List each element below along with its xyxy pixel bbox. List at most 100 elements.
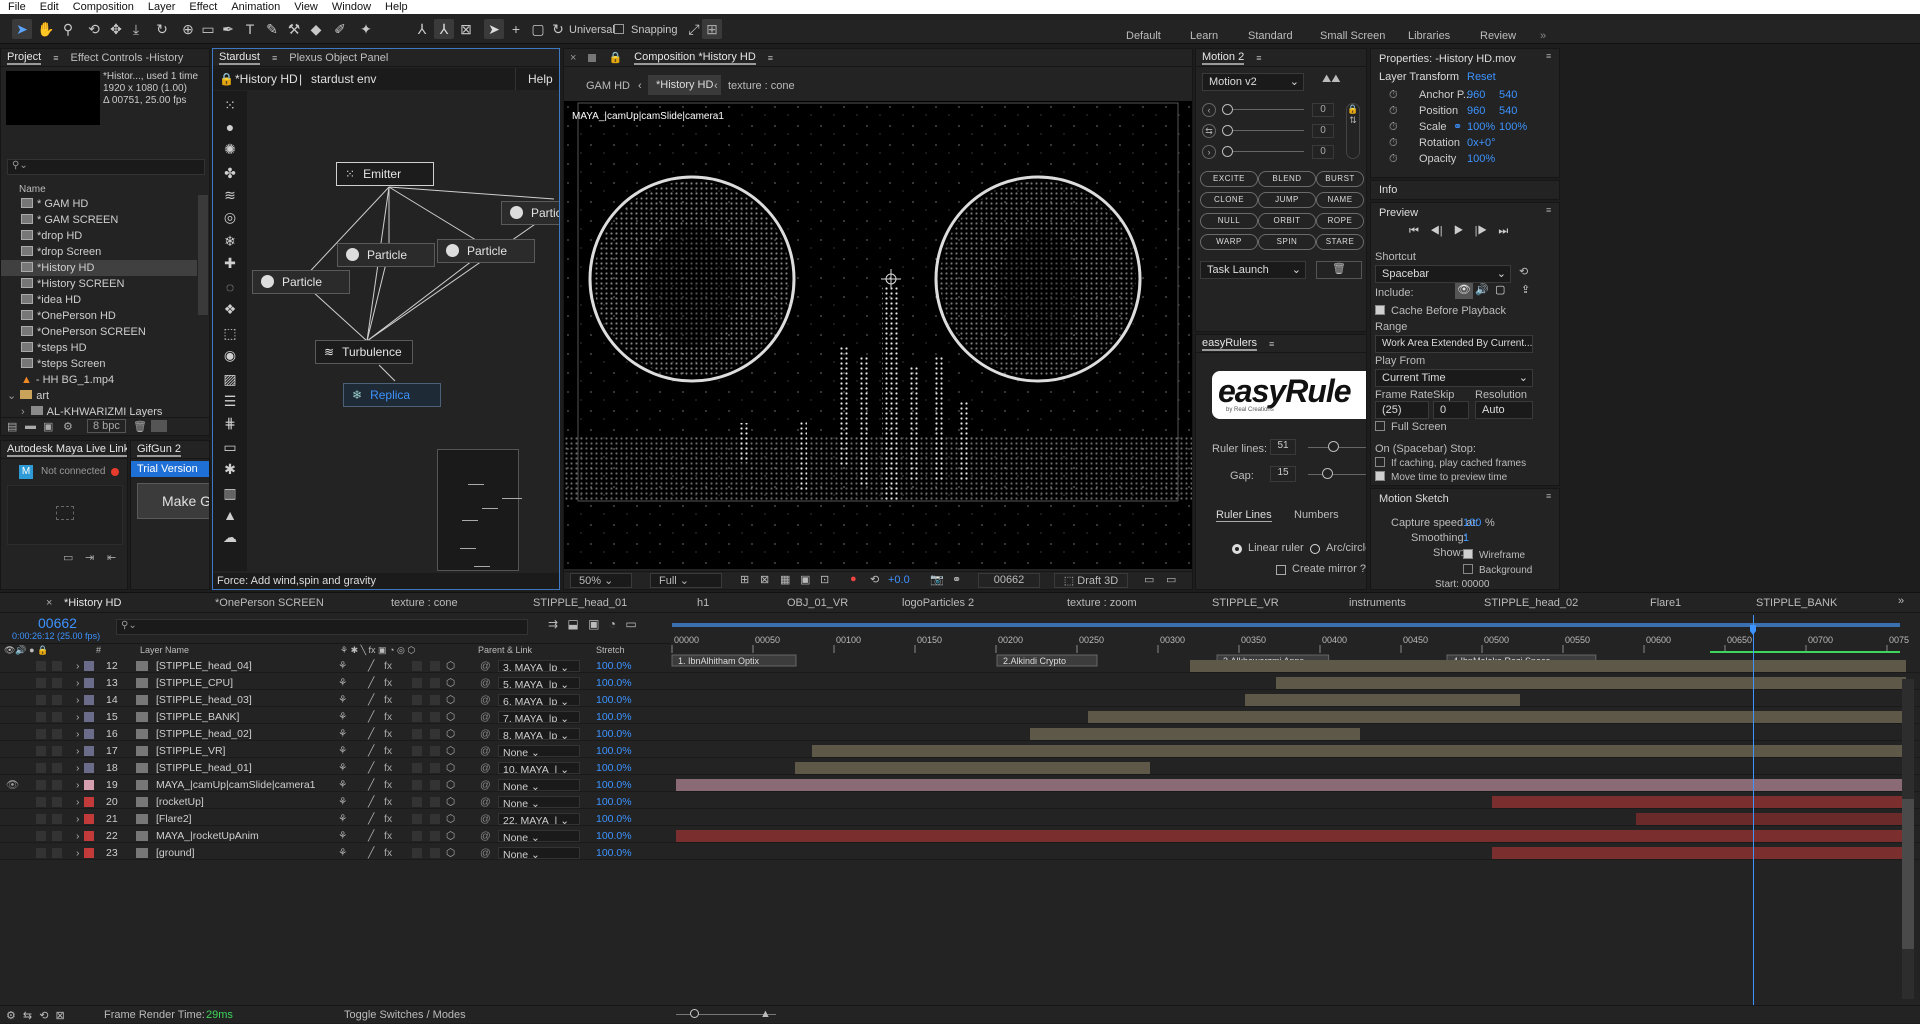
tab-maya-live-link[interactable]: Autodesk Maya Live Link (7, 443, 127, 457)
next-frame-icon[interactable]: |▶ (1475, 225, 1488, 237)
adjustment-toggle[interactable] (430, 848, 440, 858)
play-icon[interactable]: ▶ (1454, 225, 1464, 237)
comp-flowchart-icon[interactable]: ⇉ (548, 617, 558, 631)
jump-button[interactable]: JUMP (1258, 192, 1316, 208)
capture-speed-value[interactable]: 100 (1463, 517, 1481, 529)
stretch-value[interactable]: 100.0% (596, 693, 632, 707)
cube-icon[interactable]: ⬚ (219, 323, 241, 343)
tab-stardust[interactable]: Stardust (219, 51, 260, 65)
guides-icon[interactable]: ⊡ (820, 573, 829, 586)
menu-effect[interactable]: Effect (189, 1, 217, 13)
tab-stipple-vr[interactable]: STIPPLE_VR (1212, 597, 1279, 609)
layer-name[interactable]: [STIPPLE_head_04] (156, 659, 252, 673)
shortcut-select[interactable]: Spacebar ⌄ (1375, 265, 1511, 283)
rotate-tool-icon[interactable]: ↻ (152, 19, 172, 39)
workspace-standard[interactable]: Standard (1248, 30, 1293, 42)
adjustment-toggle[interactable] (430, 831, 440, 841)
node-minimap[interactable] (437, 449, 522, 571)
tab-effect-controls[interactable]: Effect Controls -History (71, 52, 184, 64)
lock-toggle[interactable] (52, 780, 62, 790)
group-icon[interactable]: ❖ (219, 299, 241, 319)
project-search-input[interactable]: ⚲⌄ (7, 159, 205, 175)
quality-icon[interactable]: ╱ (368, 727, 374, 741)
link-icon[interactable]: ⚭ (1453, 119, 1462, 135)
show-snapshot-icon[interactable]: ⚭ (952, 573, 961, 586)
layer-name[interactable]: [STIPPLE_BANK] (156, 710, 239, 724)
tab-numbers[interactable]: Numbers (1294, 509, 1339, 521)
trash-icon[interactable]: 🗑 (133, 420, 147, 433)
stopwatch-icon[interactable]: ⏱ (1389, 89, 1398, 101)
export-icon[interactable]: ⇤ (107, 551, 116, 564)
adjustment-toggle[interactable] (430, 780, 440, 790)
label-color[interactable] (84, 763, 94, 773)
toggle-switches-modes[interactable]: Toggle Switches / Modes (344, 1009, 466, 1021)
fx-icon[interactable]: fx (384, 710, 392, 724)
lock-toggle[interactable] (52, 848, 62, 858)
solo-toggle[interactable] (36, 712, 46, 722)
lock-toggle[interactable] (52, 763, 62, 773)
fx-icon[interactable]: fx (384, 676, 392, 690)
lock-toggle[interactable] (52, 746, 62, 756)
cache-option[interactable]: Cache Before Playback (1375, 305, 1506, 317)
lock-toggle[interactable] (52, 678, 62, 688)
fx-icon[interactable]: fx (384, 693, 392, 707)
clone-button[interactable]: CLONE (1200, 192, 1258, 208)
move-tool-icon[interactable]: ✥ (106, 19, 126, 39)
layer-duration-bar[interactable] (1636, 813, 1906, 825)
range-select[interactable]: Work Area Extended By Current... (1375, 335, 1533, 353)
footer-icons[interactable]: ⚙ ⇆ ⟲ ⊠ (6, 1009, 65, 1022)
particle-icon[interactable]: ● (219, 117, 241, 137)
parent-select[interactable]: 7. MAYA_|p ⌄ (498, 711, 580, 723)
tab-gifgun[interactable]: GifGun 2 (137, 443, 182, 457)
stretch-value[interactable]: 100.0% (596, 778, 632, 792)
selection-tool-icon[interactable]: ➤ (12, 19, 32, 39)
shy-icon[interactable]: ⚘ (338, 829, 347, 843)
burst-icon[interactable]: ✺ (219, 139, 241, 159)
quality-icon[interactable]: ╱ (368, 829, 374, 843)
3d-view-icon[interactable]: ▭ (1166, 573, 1176, 586)
local-axis-icon[interactable]: ⅄ (412, 19, 432, 39)
spin-button[interactable]: SPIN (1258, 234, 1316, 250)
frame-rate-select[interactable]: (25) (1375, 401, 1429, 419)
pen-tool-icon[interactable]: ✒ (218, 19, 238, 39)
parent-select[interactable]: 6. MAYA_|p ⌄ (498, 694, 580, 706)
quality-icon[interactable]: ╱ (368, 676, 374, 690)
table-row[interactable]: › 23 [ground] ⚘ ╱ fx ⬡ @ None ⌄ 100.0% (0, 846, 1920, 860)
tab-stipple-head-01[interactable]: STIPPLE_head_01 (533, 597, 627, 609)
add-icon[interactable]: ✚ (219, 253, 241, 273)
tab-plexus[interactable]: Plexus Object Panel (289, 52, 388, 64)
stretch-value[interactable]: 100.0% (596, 727, 632, 741)
comp-timecode[interactable]: 00662 (978, 573, 1040, 588)
label-color[interactable] (84, 797, 94, 807)
3d-layer-icon[interactable]: ⬡ (446, 846, 455, 860)
stretch-value[interactable]: 100.0% (596, 659, 632, 673)
slider-handle[interactable] (1222, 146, 1233, 157)
view-layout-icon[interactable]: ▭ (1144, 573, 1154, 586)
solo-toggle[interactable] (36, 848, 46, 858)
pickwhip-icon[interactable]: @ (480, 659, 491, 673)
stretch-value[interactable]: 100.0% (596, 676, 632, 690)
tab-logoparticles-2[interactable]: logoParticles 2 (902, 597, 974, 609)
smoothing-value[interactable]: 1 (1463, 532, 1469, 544)
chevron-right-icon[interactable]: › (76, 795, 80, 809)
project-settings-icon[interactable]: ⚙ (63, 420, 73, 433)
slider-value[interactable]: 0 (1312, 145, 1334, 159)
list-item[interactable]: *drop HD (1, 228, 197, 244)
region-icon[interactable]: ⊠ (760, 573, 769, 586)
fx-icon[interactable]: fx (384, 761, 392, 775)
layer-duration-bar[interactable] (676, 830, 1906, 842)
chevron-right-icon[interactable]: › (76, 846, 80, 860)
workspace-libraries[interactable]: Libraries (1408, 30, 1450, 42)
adjustment-toggle[interactable] (430, 661, 440, 671)
solo-toggle[interactable] (36, 763, 46, 773)
mountains-icon[interactable]: ⛰⛰ (1322, 73, 1340, 86)
task-launch-select[interactable]: Task Launch ⌄ (1200, 261, 1306, 279)
channels-icon[interactable]: ● (850, 573, 857, 585)
rotate-mode-icon[interactable]: ↻ (548, 19, 568, 39)
arrow-left-icon[interactable]: ‹ (1202, 103, 1216, 117)
excite-button[interactable]: EXCITE (1200, 171, 1258, 187)
shy-icon[interactable]: ⚘ (338, 727, 347, 741)
quality-select[interactable]: Full ⌄ (650, 573, 722, 588)
scale-mode-icon[interactable]: ▢ (528, 19, 548, 39)
pickwhip-icon[interactable]: @ (480, 761, 491, 775)
